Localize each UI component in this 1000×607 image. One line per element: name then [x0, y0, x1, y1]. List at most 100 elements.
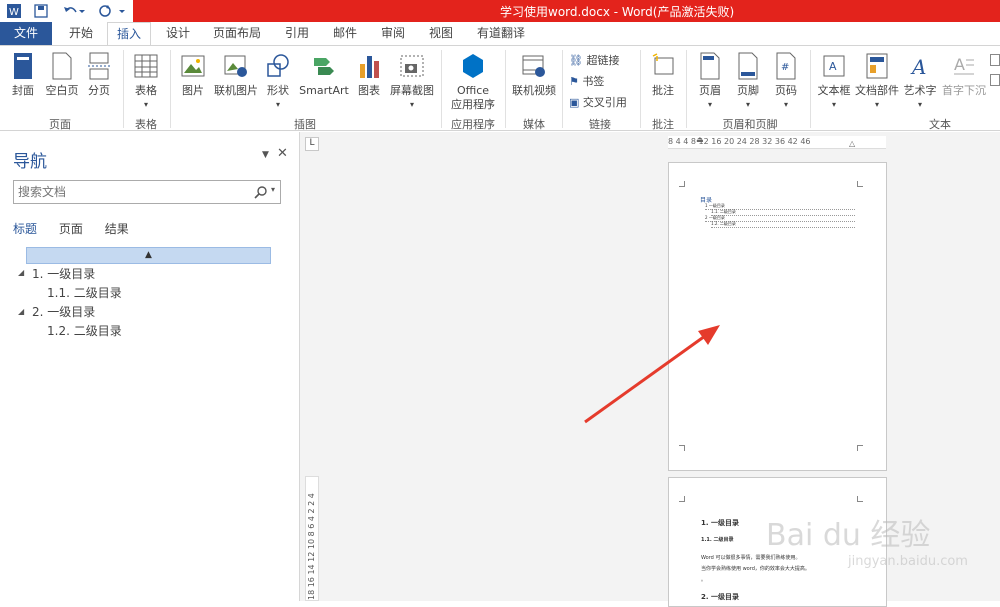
- document-page[interactable]: 目录 1 一级目录 1.1. 二级目录 2 一级目录 1.2. 二级目录: [668, 162, 887, 471]
- picture-button[interactable]: 图片: [177, 52, 209, 98]
- baidu-watermark: Bai du 经验 jingyan.baidu.com: [766, 518, 968, 569]
- tab-design[interactable]: 设计: [163, 22, 193, 45]
- tab-references[interactable]: 引用: [282, 22, 312, 45]
- undo-dropdown-icon[interactable]: [78, 4, 86, 18]
- tab-view[interactable]: 视图: [426, 22, 456, 45]
- margin-corner: [857, 181, 863, 187]
- navigation-pane: 导航 ▼ ✕ ▾ 标题 页面 结果 ▲ ◢ 1. 一级目录 1.1. 二级目录 …: [0, 132, 300, 601]
- quick-parts-icon: [866, 53, 888, 79]
- header-icon: [700, 52, 720, 80]
- group-label-text: 文本: [929, 118, 951, 131]
- online-video-button[interactable]: 联机视频: [510, 52, 558, 98]
- nav-heading-item[interactable]: 1. 一级目录: [32, 265, 95, 282]
- margin-corner: [679, 445, 685, 451]
- expand-triangle-icon[interactable]: ◢: [18, 307, 24, 316]
- table-button[interactable]: 表格 ▾: [130, 52, 162, 112]
- ribbon-separator: [505, 50, 506, 128]
- chart-button[interactable]: 图表: [355, 52, 383, 98]
- redo-icon[interactable]: [98, 4, 112, 18]
- hyperlink-button[interactable]: ⛓ 超链接: [569, 52, 619, 68]
- shapes-button[interactable]: 形状 ▾: [263, 52, 293, 112]
- smartart-icon: [314, 58, 334, 75]
- ribbon-separator: [640, 50, 641, 128]
- group-label-pages: 页面: [49, 118, 71, 131]
- textbox-button[interactable]: A 文本框 ▾: [815, 52, 853, 112]
- window-title: 学习使用word.docx - Word(产品激活失败): [500, 5, 735, 19]
- online-picture-icon: [224, 55, 247, 77]
- title-bar: W 学习使用word.docx - Word(产品激活失败): [0, 0, 1000, 22]
- indent-marker-icon[interactable]: ⏏: [696, 136, 704, 144]
- blank-page-icon: [52, 52, 72, 80]
- date-time-icon[interactable]: [990, 74, 1000, 86]
- nav-tabs: 标题 页面 结果: [13, 220, 147, 237]
- dropcap-button[interactable]: A 首字下沉: [941, 52, 987, 98]
- group-label-apps: 应用程序: [451, 118, 495, 131]
- tab-insert[interactable]: 插入: [107, 22, 151, 46]
- table-icon: [134, 54, 158, 78]
- group-label-tables: 表格: [135, 118, 157, 131]
- nav-collapse-bar[interactable]: ▲: [26, 247, 271, 264]
- nav-tab-results[interactable]: 结果: [105, 222, 129, 236]
- page-break-button[interactable]: 分页: [84, 52, 114, 98]
- cross-reference-button[interactable]: ▣ 交叉引用: [569, 94, 627, 110]
- nav-tab-pages[interactable]: 页面: [59, 222, 83, 236]
- search-icon[interactable]: [254, 185, 268, 199]
- save-icon[interactable]: [34, 4, 48, 18]
- cover-page-button[interactable]: 封面: [8, 52, 38, 98]
- ribbon-separator: [562, 50, 563, 128]
- nav-tab-headings[interactable]: 标题: [13, 222, 37, 236]
- expand-triangle-icon[interactable]: ◢: [18, 268, 24, 277]
- quick-parts-button[interactable]: 文档部件 ▾: [853, 52, 901, 112]
- bookmark-button[interactable]: ⚑ 书签: [569, 73, 604, 89]
- undo-icon[interactable]: [62, 4, 78, 18]
- dropcap-icon: A: [954, 55, 974, 75]
- tab-layout[interactable]: 页面布局: [212, 22, 262, 45]
- ribbon-separator: [810, 50, 811, 128]
- wordart-icon: A: [910, 55, 926, 79]
- tab-review[interactable]: 审阅: [378, 22, 408, 45]
- right-indent-marker-icon[interactable]: △: [849, 139, 855, 148]
- tab-mailings[interactable]: 邮件: [330, 22, 360, 45]
- customize-qat-icon[interactable]: [118, 4, 126, 18]
- tab-home[interactable]: 开始: [66, 22, 96, 45]
- ribbon-separator: [170, 50, 171, 128]
- nav-heading-item[interactable]: 1.2. 二级目录: [47, 322, 122, 339]
- page-number-button[interactable]: # 页码 ▾: [770, 52, 802, 112]
- margin-corner: [857, 496, 863, 502]
- header-button[interactable]: 页眉 ▾: [694, 52, 726, 112]
- screenshot-icon: [400, 55, 424, 77]
- comment-button[interactable]: 批注: [648, 52, 678, 98]
- wordart-button[interactable]: A 艺术字 ▾: [902, 52, 938, 112]
- tab-youdao[interactable]: 有道翻译: [475, 22, 527, 45]
- smartart-button[interactable]: SmartArt: [298, 52, 350, 98]
- ribbon-separator: [441, 50, 442, 128]
- close-icon[interactable]: ✕: [277, 146, 288, 161]
- footer-button[interactable]: 页脚 ▾: [732, 52, 764, 112]
- quick-access-toolbar: W: [0, 0, 133, 22]
- svg-text:A: A: [910, 55, 926, 79]
- search-options-icon[interactable]: ▾: [271, 185, 275, 194]
- nav-heading-item[interactable]: 1.1. 二级目录: [47, 284, 122, 301]
- page-heading-1: 1. 一级目录: [701, 519, 739, 527]
- nav-options-icon[interactable]: ▼: [262, 150, 269, 160]
- page-number-icon: #: [776, 52, 796, 80]
- signature-line-icon[interactable]: [990, 54, 1000, 66]
- page-body-text: 。: [701, 577, 707, 583]
- nav-search-box[interactable]: ▾: [13, 180, 281, 204]
- collapse-up-icon: ▲: [145, 250, 152, 260]
- online-picture-button[interactable]: 联机图片: [212, 52, 260, 98]
- online-video-icon: [522, 55, 545, 77]
- screenshot-button[interactable]: 屏幕截图 ▾: [388, 52, 436, 112]
- search-input[interactable]: [14, 181, 244, 203]
- ribbon: 封面 空白页 分页 页面 表格 ▾ 表格 图片 联机图片 形状 ▾ SmartA…: [0, 45, 1000, 131]
- group-label-media: 媒体: [523, 118, 545, 131]
- tab-file[interactable]: 文件: [0, 22, 52, 45]
- office-apps-icon: [463, 54, 483, 78]
- blank-page-button[interactable]: 空白页: [42, 52, 82, 98]
- picture-icon: [181, 55, 205, 77]
- nav-heading-item[interactable]: 2. 一级目录: [32, 303, 95, 320]
- tab-selector[interactable]: L: [305, 137, 319, 151]
- office-apps-button[interactable]: Office 应用程序: [445, 52, 501, 112]
- svg-text:A: A: [954, 55, 965, 74]
- group-label-comments: 批注: [652, 118, 674, 131]
